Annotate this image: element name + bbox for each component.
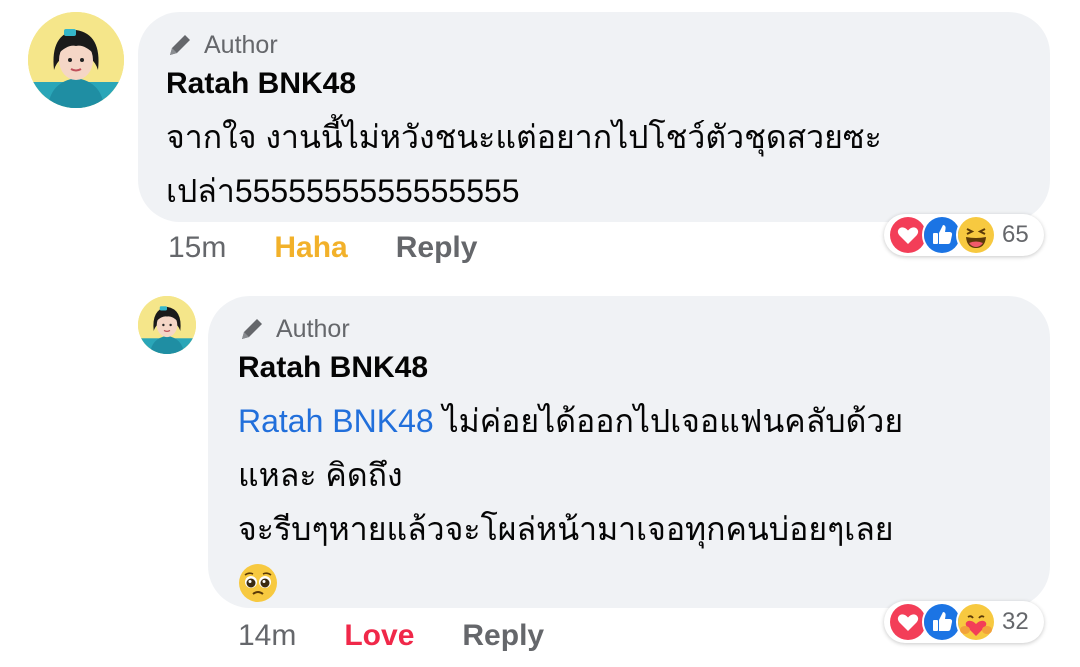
- comment-text-line: แหละ คิดถึง: [238, 457, 403, 493]
- comment-text-line: จากใจ งานนี้ไม่หวังชนะแต่อยากไปโชว์ตัวชุ…: [166, 119, 882, 155]
- comment-text-line: จะรีบๆหายแล้วจะโผล่หน้ามาเจอทุกคนบ่อยๆเล…: [238, 511, 894, 547]
- author-badge-label: Author: [204, 30, 278, 59]
- comment-text: Ratah BNK48 ไม่ค่อยได้ออกไปเจอแฟนคลับด้ว…: [238, 394, 1020, 610]
- care-icon: [956, 602, 996, 642]
- timestamp[interactable]: 14m: [238, 619, 296, 653]
- comment-actions: 15m Haha Reply: [168, 228, 525, 268]
- comment-text-segment: ไม่ค่อยได้ออกไปเจอแฟนคลับด้วย: [433, 403, 904, 439]
- reaction-button[interactable]: Love: [344, 619, 414, 653]
- reaction-summary[interactable]: 65: [884, 214, 1044, 256]
- avatar[interactable]: [28, 12, 124, 108]
- mention-link[interactable]: Ratah BNK48: [238, 403, 434, 439]
- pencil-icon: [238, 315, 266, 343]
- reaction-count: 65: [1002, 221, 1029, 248]
- author-badge: Author: [166, 30, 1022, 60]
- comment-text-line: Ratah BNK48 ไม่ค่อยได้ออกไปเจอแฟนคลับด้ว…: [238, 394, 1020, 448]
- comment-text-line: เปล่า5555555555555555: [166, 173, 520, 209]
- commenter-name[interactable]: Ratah BNK48: [238, 350, 1020, 386]
- reply-button[interactable]: Reply: [396, 231, 478, 265]
- comment-bubble: Author Ratah BNK48 จากใจ งานนี้ไม่หวังชน…: [138, 12, 1050, 222]
- comment-text: จากใจ งานนี้ไม่หวังชนะแต่อยากไปโชว์ตัวชุ…: [166, 110, 1022, 218]
- reaction-summary[interactable]: 32: [884, 601, 1044, 643]
- reaction-button[interactable]: Haha: [274, 231, 347, 265]
- avatar-image: [138, 296, 196, 354]
- comment-actions: 14m Love Reply: [238, 616, 592, 656]
- commenter-name[interactable]: Ratah BNK48: [166, 66, 1022, 102]
- haha-icon: [956, 215, 996, 255]
- timestamp[interactable]: 15m: [168, 231, 226, 265]
- author-badge: Author: [238, 314, 1020, 344]
- author-badge-label: Author: [276, 314, 350, 343]
- avatar-image: [28, 12, 124, 108]
- avatar[interactable]: [138, 296, 196, 354]
- comment-bubble: Author Ratah BNK48 Ratah BNK48 ไม่ค่อยได…: [208, 296, 1050, 608]
- reaction-count: 32: [1002, 608, 1029, 635]
- pencil-icon: [166, 31, 194, 59]
- reply-button[interactable]: Reply: [462, 619, 544, 653]
